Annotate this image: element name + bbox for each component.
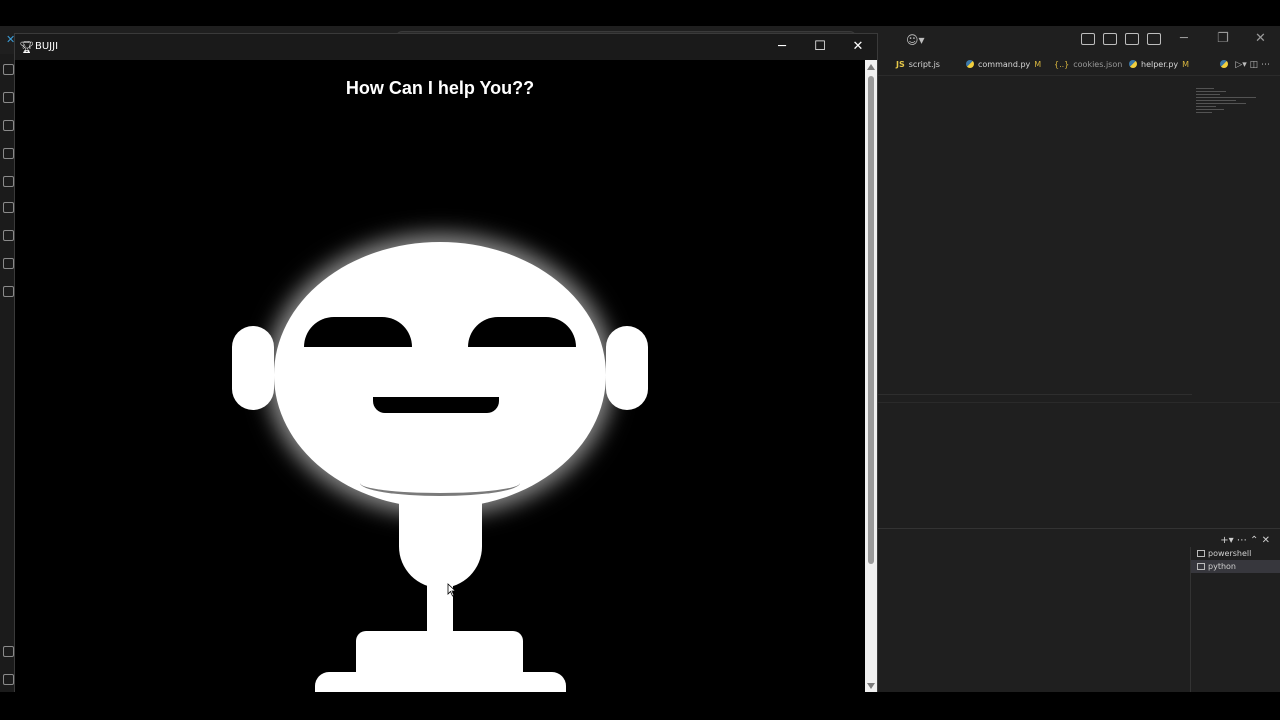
robot-right-ear xyxy=(606,326,648,410)
vscode-close-icon[interactable]: ✕ xyxy=(1255,31,1266,46)
robot-mouth xyxy=(373,397,499,413)
minimap[interactable] xyxy=(1196,88,1266,128)
more-actions-icon[interactable]: ⋯ xyxy=(1261,60,1270,70)
code-editor[interactable] xyxy=(878,76,1280,554)
vertical-scrollbar[interactable] xyxy=(865,60,877,693)
scroll-up-arrow-icon[interactable] xyxy=(867,64,875,70)
toggle-secondary-sidebar-icon[interactable] xyxy=(1147,33,1161,45)
settings-gear-icon[interactable] xyxy=(3,674,14,685)
tab-helper-py[interactable]: helper.py M xyxy=(1129,54,1189,76)
account-icon[interactable] xyxy=(3,646,14,657)
editor-actions: ▷▾ ◫ ⋯ xyxy=(1220,54,1270,76)
activity-bar xyxy=(0,54,14,692)
robot-chin-shadow xyxy=(360,470,520,496)
terminal-item-powershell[interactable]: powershell xyxy=(1191,547,1280,560)
terminal-icon xyxy=(1197,550,1205,557)
flask-icon[interactable] xyxy=(3,258,14,269)
robot-left-ear xyxy=(232,326,274,410)
run-icon[interactable]: ▷▾ xyxy=(1235,60,1246,70)
python-file-icon xyxy=(1129,60,1137,68)
app-titlebar[interactable]: 🏆︎ BUJJI ─ ☐ ✕ xyxy=(15,34,877,60)
close-button[interactable]: ✕ xyxy=(839,37,877,57)
panel-actions: +▾ ⋯ ⌃ ✕ xyxy=(1220,535,1270,546)
close-panel-icon[interactable]: ✕ xyxy=(1262,535,1270,546)
vscode-restore-icon[interactable]: ❐ xyxy=(1217,31,1229,46)
customize-layout-icon[interactable] xyxy=(1081,33,1095,45)
scrollbar-thumb[interactable] xyxy=(868,76,874,564)
divider xyxy=(878,402,1280,403)
editor-tabs: JS script.js command.py M {..} cookies.json… xyxy=(878,54,1280,76)
panel-more-icon[interactable]: ⋯ xyxy=(1237,535,1247,546)
bujji-window: 🏆︎ BUJJI ─ ☐ ✕ How Can I help You?? xyxy=(14,33,878,693)
python-file-icon[interactable] xyxy=(1220,60,1229,68)
terminal-panel: +▾ ⋯ ⌃ ✕ powershell python xyxy=(878,528,1280,693)
toggle-primary-sidebar-icon[interactable] xyxy=(1103,33,1117,45)
tab-cookies-json[interactable]: {..} cookies.json xyxy=(1054,54,1122,76)
terminal-icon xyxy=(1197,563,1205,570)
taskbar xyxy=(0,692,1280,720)
new-terminal-icon[interactable]: +▾ xyxy=(1220,535,1233,546)
testing-icon[interactable] xyxy=(3,202,14,213)
json-file-icon: {..} xyxy=(1054,60,1070,69)
javascript-file-icon: JS xyxy=(896,60,905,69)
robot-right-eye xyxy=(468,317,576,347)
copilot-icon[interactable]: ☺▾ xyxy=(906,33,925,47)
minimize-button[interactable]: ─ xyxy=(763,37,801,57)
remote-explorer-icon[interactable] xyxy=(3,230,14,241)
divider xyxy=(878,394,1192,395)
maximize-panel-icon[interactable]: ⌃ xyxy=(1250,535,1258,546)
scroll-down-arrow-icon[interactable] xyxy=(867,683,875,689)
maximize-button[interactable]: ☐ xyxy=(801,37,839,57)
page-title: How Can I help You?? xyxy=(345,78,535,98)
source-control-icon[interactable] xyxy=(3,120,14,131)
terminal-list: powershell python xyxy=(1190,547,1280,693)
vscode-minimize-icon[interactable]: ─ xyxy=(1180,31,1188,46)
mouse-cursor-icon xyxy=(447,583,457,597)
screen: ✕ ☺▾ ─ ❐ ✕ JS script.js command.py M {..… xyxy=(0,0,1280,720)
run-debug-icon[interactable] xyxy=(3,148,14,159)
app-title: BUJJI xyxy=(35,41,59,52)
search-icon[interactable] xyxy=(3,92,14,103)
explorer-icon[interactable] xyxy=(3,64,14,75)
app-content: How Can I help You?? xyxy=(15,60,865,693)
robot-head xyxy=(274,242,606,508)
robot-base xyxy=(315,672,566,693)
python-file-icon xyxy=(966,60,974,68)
split-editor-icon[interactable]: ◫ xyxy=(1250,60,1259,70)
tab-script-js[interactable]: JS script.js xyxy=(896,54,940,76)
extensions-icon[interactable] xyxy=(3,176,14,187)
toggle-panel-icon[interactable] xyxy=(1125,33,1139,45)
docker-icon[interactable] xyxy=(3,286,14,297)
trophy-icon: 🏆︎ xyxy=(19,40,35,54)
robot-left-eye xyxy=(304,317,412,347)
robot-neck xyxy=(399,500,482,588)
tab-command-py[interactable]: command.py M xyxy=(966,54,1041,76)
terminal-item-python[interactable]: python xyxy=(1191,560,1280,573)
